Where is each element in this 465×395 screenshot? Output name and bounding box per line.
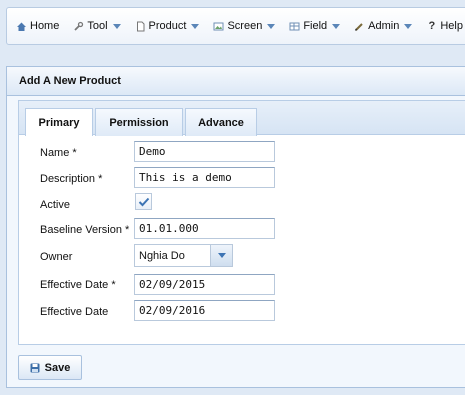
- effective-date-required-label: Effective Date *: [40, 279, 116, 291]
- panel-title: Add A New Product: [7, 67, 465, 96]
- baseline-version-label: Baseline Version *: [40, 224, 130, 236]
- menu-home-label: Home: [30, 20, 60, 32]
- tab-primary[interactable]: Primary: [25, 108, 93, 136]
- chevron-down-icon: [332, 23, 341, 29]
- add-product-panel: Add A New Product Primary Permission Adv…: [6, 66, 465, 388]
- effective-date-field[interactable]: 02/09/2016: [134, 300, 275, 321]
- tab-advance[interactable]: Advance: [185, 108, 257, 136]
- menu-admin-label: Admin: [368, 20, 400, 32]
- checkmark-icon: [138, 197, 149, 206]
- name-field[interactable]: Demo: [134, 141, 275, 162]
- chevron-down-icon: [217, 253, 226, 258]
- save-button-label: Save: [44, 361, 71, 374]
- menu-field-label: Field: [303, 20, 328, 32]
- owner-select-value: Nghia Do: [139, 249, 185, 262]
- menu-admin[interactable]: Admin: [354, 8, 413, 44]
- image-icon: [213, 21, 224, 32]
- menu-screen[interactable]: Screen: [213, 8, 276, 44]
- wrench-icon: [73, 21, 84, 32]
- menu-product-label: Product: [148, 20, 187, 32]
- save-button[interactable]: Save: [18, 355, 82, 380]
- description-label: Description *: [40, 173, 103, 185]
- owner-dropdown-button[interactable]: [210, 245, 232, 266]
- menu-screen-label: Screen: [227, 20, 263, 32]
- menu-home[interactable]: Home: [16, 8, 59, 44]
- owner-select[interactable]: Nghia Do: [134, 244, 233, 267]
- chevron-down-icon: [267, 23, 276, 29]
- menu-help[interactable]: ? Help: [426, 8, 465, 44]
- effective-date-label: Effective Date: [40, 306, 109, 318]
- menu-help-label: Help: [440, 20, 463, 32]
- baseline-version-field[interactable]: 01.01.000: [134, 218, 275, 239]
- table-icon: [289, 21, 300, 32]
- chevron-down-icon: [404, 23, 413, 29]
- pencil-icon: [354, 21, 365, 32]
- question-icon: ?: [428, 20, 436, 32]
- product-tabs: Primary Permission Advance Name * Demo D…: [18, 100, 465, 345]
- menu-tool-label: Tool: [87, 20, 108, 32]
- tabstrip: Primary Permission Advance: [19, 101, 465, 136]
- save-disk-icon: [30, 363, 40, 372]
- home-icon: [16, 21, 27, 32]
- menu-tool[interactable]: Tool: [73, 8, 121, 44]
- tab-permission[interactable]: Permission: [95, 108, 183, 136]
- chevron-down-icon: [112, 23, 121, 29]
- name-label: Name *: [40, 147, 77, 159]
- effective-date-required-field[interactable]: 02/09/2015: [134, 274, 275, 295]
- menu-product[interactable]: Product: [135, 8, 200, 44]
- main-menubar: Home Tool Product Screen Field Admin ? H…: [6, 7, 465, 45]
- menu-field[interactable]: Field: [289, 8, 341, 44]
- owner-label: Owner: [40, 251, 73, 263]
- document-icon: [135, 21, 146, 32]
- active-checkbox[interactable]: [135, 193, 152, 210]
- chevron-down-icon: [191, 23, 200, 29]
- active-label: Active: [40, 199, 70, 211]
- description-field[interactable]: This is a demo: [134, 167, 275, 188]
